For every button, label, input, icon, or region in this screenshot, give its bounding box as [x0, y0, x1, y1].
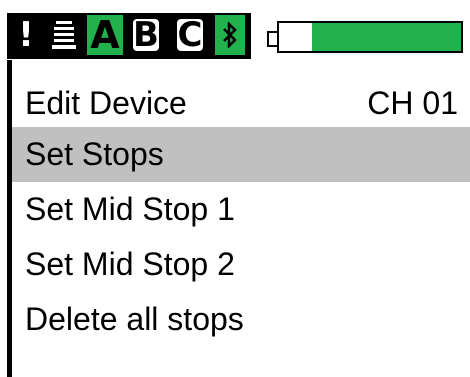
- channel-a-indicator: A: [87, 13, 123, 57]
- stacked-lines-icon: [49, 15, 79, 55]
- menu-item-label: Delete all stops: [25, 301, 244, 337]
- menu-item-label: Set Stops: [25, 136, 164, 172]
- channel-b-indicator: B: [129, 15, 163, 55]
- exclamation-icon: !: [18, 15, 34, 55]
- channel-c-indicator: C: [173, 15, 207, 55]
- battery-level-fill: [311, 23, 461, 51]
- menu-item-delete-all-stops[interactable]: Delete all stops: [7, 292, 470, 347]
- menu-header: Edit Device CH 01: [7, 79, 470, 127]
- channel-label: CH 01: [367, 84, 458, 121]
- bluetooth-icon: [215, 15, 245, 55]
- page-title: Edit Device: [25, 84, 187, 121]
- display-left-border: [7, 60, 12, 377]
- menu-item-set-mid-stop-1[interactable]: Set Mid Stop 1: [7, 182, 470, 237]
- battery-body: [277, 21, 463, 53]
- status-bar: ! A B C: [7, 7, 470, 59]
- menu-item-set-stops[interactable]: Set Stops: [7, 127, 470, 182]
- device-screen: ! A B C Edit Device CH 01 Set Stops Set …: [7, 7, 470, 377]
- menu-item-label: Set Mid Stop 1: [25, 191, 235, 227]
- battery-indicator: [267, 21, 467, 53]
- menu-item-label: Set Mid Stop 2: [25, 246, 235, 282]
- battery-terminal: [267, 31, 277, 47]
- menu-item-set-mid-stop-2[interactable]: Set Mid Stop 2: [7, 237, 470, 292]
- device-menu: Edit Device CH 01 Set Stops Set Mid Stop…: [7, 79, 470, 347]
